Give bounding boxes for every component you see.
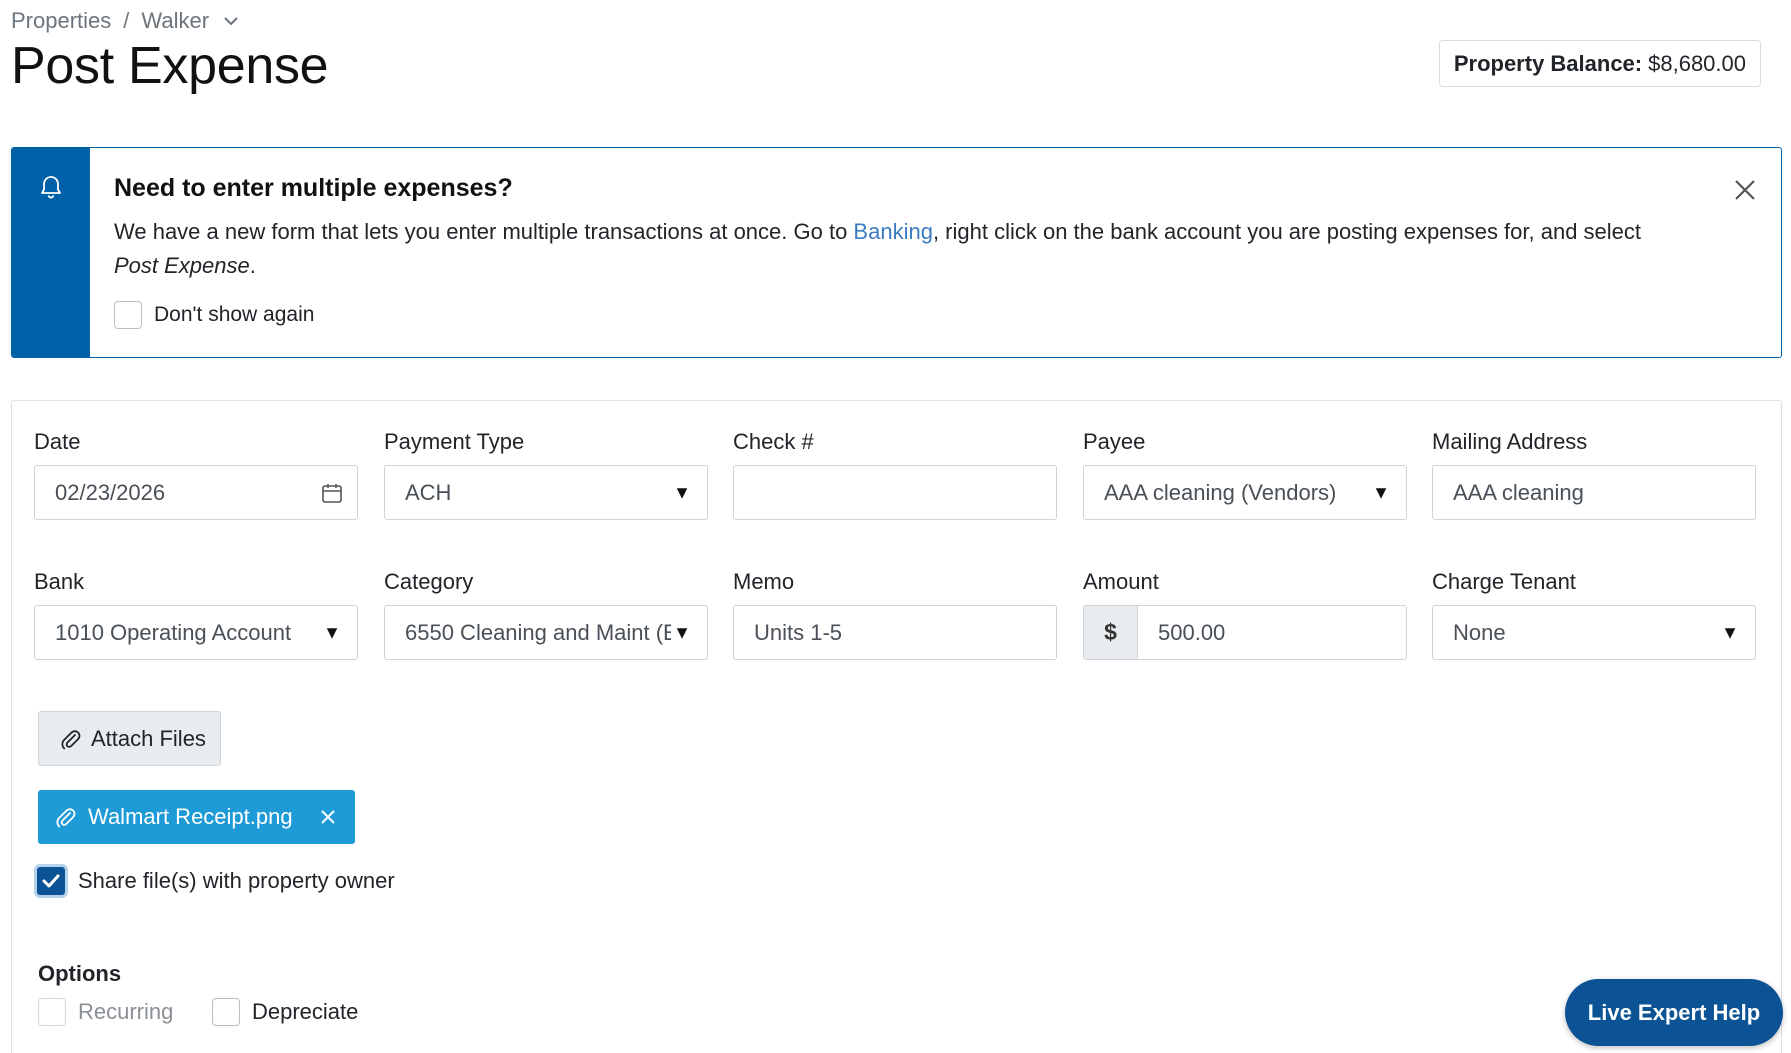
memo-input[interactable]: Units 1-5 — [733, 605, 1057, 660]
charge-tenant-field-group: Charge Tenant None ▼ — [1432, 569, 1756, 660]
check-field-group: Check # — [733, 429, 1057, 520]
depreciate-label: Depreciate — [252, 999, 359, 1024]
attached-file-chip: Walmart Receipt.png — [38, 790, 355, 844]
attached-file-name[interactable]: Walmart Receipt.png — [88, 804, 293, 830]
memo-field-group: Memo Units 1-5 — [733, 569, 1057, 660]
alert-title: Need to enter multiple expenses? — [114, 174, 513, 202]
category-select[interactable]: 6550 Cleaning and Maint (Exp) ▼ — [384, 605, 708, 660]
bank-select[interactable]: 1010 Operating Account ▼ — [34, 605, 358, 660]
depreciate-option[interactable]: Depreciate — [212, 998, 358, 1026]
charge-tenant-select[interactable]: None ▼ — [1432, 605, 1756, 660]
bank-field-group: Bank 1010 Operating Account ▼ — [34, 569, 358, 660]
paperclip-icon — [61, 729, 81, 749]
caret-down-icon: ▼ — [671, 482, 691, 503]
breadcrumb: Properties / Walker — [11, 8, 239, 34]
share-with-owner-checkbox[interactable] — [34, 864, 68, 898]
charge-tenant-label: Charge Tenant — [1432, 569, 1576, 594]
date-input[interactable]: 02/23/2026 — [34, 465, 358, 520]
alert-sidebar — [12, 148, 90, 357]
property-balance: Property Balance: $8,680.00 — [1438, 40, 1761, 87]
payment-type-label: Payment Type — [384, 429, 525, 454]
payee-field-group: Payee AAA cleaning (Vendors) ▼ — [1083, 429, 1407, 520]
options-heading: Options — [38, 961, 122, 986]
check-icon — [42, 874, 60, 888]
check-number-label: Check # — [733, 429, 814, 454]
depreciate-checkbox[interactable] — [212, 998, 240, 1026]
remove-file-icon[interactable] — [319, 808, 337, 826]
breadcrumb-separator: / — [123, 8, 130, 33]
dont-show-again-row[interactable]: Don't show again — [114, 301, 1757, 329]
expense-form-card: Date 02/23/2026 Payment Type ACH ▼ Check… — [11, 400, 1782, 1053]
close-icon[interactable] — [1729, 174, 1761, 206]
breadcrumb-properties-link[interactable]: Properties — [11, 8, 111, 34]
chevron-down-icon[interactable] — [223, 16, 239, 26]
multiple-expenses-alert: Need to enter multiple expenses? We have… — [11, 147, 1782, 358]
mailing-address-input[interactable]: AAA cleaning — [1432, 465, 1756, 520]
mailing-address-field-group: Mailing Address AAA cleaning — [1432, 429, 1756, 520]
share-with-owner-row[interactable]: Share file(s) with property owner — [34, 864, 395, 898]
recurring-label: Recurring — [78, 999, 174, 1024]
dollar-addon: $ — [1084, 606, 1138, 659]
paperclip-icon — [56, 808, 76, 828]
property-balance-value: $8,680.00 — [1648, 50, 1746, 76]
bank-label: Bank — [34, 569, 85, 594]
caret-down-icon: ▼ — [671, 622, 691, 643]
dont-show-again-checkbox[interactable] — [114, 301, 142, 329]
check-number-input[interactable] — [733, 465, 1057, 520]
amount-field-group: Amount $ 500.00 — [1083, 569, 1407, 660]
amount-label: Amount — [1083, 569, 1159, 594]
banking-link[interactable]: Banking — [853, 219, 933, 244]
live-expert-help-button[interactable]: Live Expert Help — [1565, 979, 1783, 1046]
caret-down-icon: ▼ — [1370, 482, 1390, 503]
payee-label: Payee — [1083, 429, 1146, 454]
attach-files-label: Attach Files — [91, 725, 206, 751]
dont-show-again-label: Don't show again — [154, 303, 315, 326]
recurring-option: Recurring — [38, 998, 173, 1026]
property-balance-label: Property Balance: — [1453, 50, 1643, 76]
caret-down-icon: ▼ — [1719, 622, 1739, 643]
alert-message: We have a new form that lets you enter m… — [114, 219, 1642, 278]
caret-down-icon: ▼ — [321, 622, 341, 643]
payment-type-field-group: Payment Type ACH ▼ — [384, 429, 708, 520]
amount-input[interactable]: $ 500.00 — [1083, 605, 1407, 660]
attach-files-button[interactable]: Attach Files — [38, 711, 221, 766]
payment-type-select[interactable]: ACH ▼ — [384, 465, 708, 520]
page-title: Post Expense — [11, 37, 329, 95]
breadcrumb-current: Walker — [141, 8, 210, 33]
share-with-owner-label: Share file(s) with property owner — [78, 868, 395, 893]
mailing-address-label: Mailing Address — [1432, 429, 1588, 454]
category-label: Category — [384, 569, 474, 594]
recurring-checkbox — [38, 998, 66, 1026]
date-field-group: Date 02/23/2026 — [34, 429, 358, 520]
memo-label: Memo — [733, 569, 795, 594]
date-label: Date — [34, 429, 81, 454]
payee-select[interactable]: AAA cleaning (Vendors) ▼ — [1083, 465, 1407, 520]
bell-icon — [39, 174, 63, 357]
calendar-icon[interactable] — [321, 482, 343, 504]
alert-content: Need to enter multiple expenses? We have… — [90, 148, 1781, 357]
category-field-group: Category 6550 Cleaning and Maint (Exp) ▼ — [384, 569, 708, 660]
